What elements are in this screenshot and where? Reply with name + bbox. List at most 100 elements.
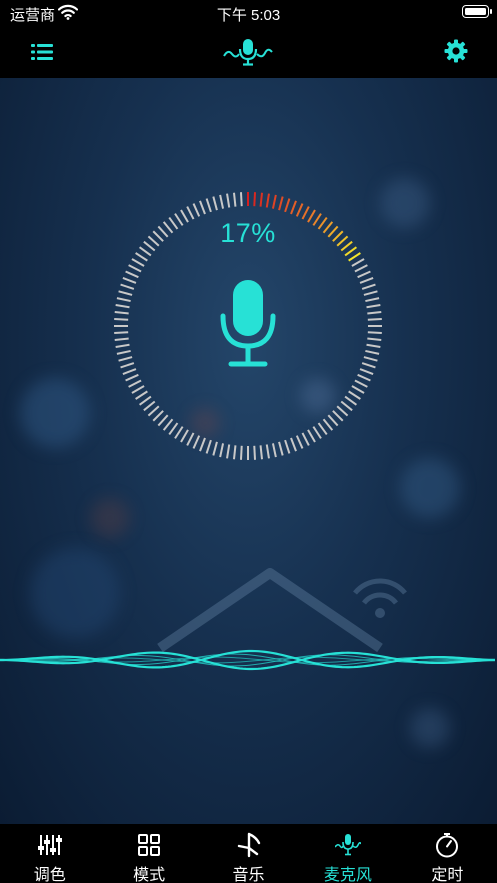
dial-tick bbox=[118, 356, 133, 362]
dial-tick bbox=[278, 441, 284, 456]
dial-tick bbox=[131, 385, 145, 394]
tab-color[interactable]: 调色 bbox=[0, 824, 99, 883]
tab-label: 调色 bbox=[33, 867, 66, 883]
dial-tick bbox=[361, 283, 376, 290]
status-bar: 运营商 下午 5:03 bbox=[0, 0, 497, 26]
dial-tick bbox=[365, 297, 380, 303]
sound-waveform bbox=[0, 649, 496, 671]
tab-music[interactable]: 音乐 bbox=[199, 824, 298, 883]
battery-fill bbox=[464, 7, 486, 15]
dial-tick bbox=[312, 426, 322, 439]
dial-tick bbox=[344, 395, 357, 406]
tab-mode[interactable]: 模式 bbox=[99, 824, 198, 883]
dial-tick bbox=[239, 445, 243, 460]
dial-tick bbox=[259, 192, 264, 207]
nav-bar bbox=[0, 26, 497, 78]
dial-tick bbox=[120, 283, 135, 290]
dial-tick bbox=[114, 331, 129, 335]
dial-tick bbox=[363, 356, 378, 362]
dial-tick bbox=[359, 368, 374, 375]
dial-tick bbox=[122, 368, 137, 375]
dial-tick bbox=[332, 410, 344, 422]
dial-tick bbox=[367, 310, 382, 315]
dial-tick bbox=[135, 252, 148, 262]
dial-tick bbox=[366, 304, 381, 309]
sliders-icon bbox=[37, 835, 62, 855]
dial-tick bbox=[322, 418, 334, 431]
dial-tick bbox=[125, 270, 139, 279]
dial-tick bbox=[365, 349, 380, 355]
tab-label: 模式 bbox=[133, 867, 166, 883]
dial-tick bbox=[116, 297, 131, 303]
dial-tick bbox=[253, 192, 257, 207]
tab-microphone[interactable]: 麦克风 bbox=[298, 824, 397, 883]
dial-tick bbox=[199, 200, 206, 215]
tab-bar: 调色 模式 音乐 麦克风 定时 bbox=[0, 824, 497, 883]
dial-tick bbox=[366, 343, 381, 348]
menu-button[interactable] bbox=[28, 38, 56, 66]
dial-tick bbox=[354, 379, 368, 388]
dial-tick bbox=[114, 310, 129, 315]
dial-tick bbox=[120, 362, 135, 369]
dial-tick bbox=[139, 395, 152, 406]
dial-tick bbox=[114, 337, 129, 342]
dial-tick bbox=[114, 317, 129, 321]
dial-tick bbox=[118, 290, 133, 296]
dial-tick bbox=[301, 432, 310, 446]
dial-tick bbox=[354, 264, 368, 273]
dial-tick bbox=[367, 331, 382, 335]
dial-tick bbox=[116, 349, 131, 355]
dial-tick bbox=[271, 443, 277, 458]
grid-icon bbox=[138, 834, 161, 856]
status-time: 下午 5:03 bbox=[216, 7, 281, 24]
timer-icon bbox=[436, 833, 459, 858]
dial-tick bbox=[128, 264, 142, 273]
dial-tick bbox=[295, 435, 304, 449]
dial-tick bbox=[125, 373, 139, 382]
dial-tick bbox=[232, 445, 237, 460]
dial-tick bbox=[143, 400, 156, 412]
level-percent: 17% bbox=[220, 218, 276, 248]
dial-tick bbox=[359, 277, 374, 284]
dial-tick bbox=[336, 405, 349, 417]
dial-tick bbox=[135, 390, 148, 400]
dial-tick bbox=[239, 192, 243, 207]
dial-tick bbox=[361, 362, 376, 369]
dial-tick bbox=[219, 443, 225, 458]
dial-tick bbox=[205, 439, 212, 454]
dial-tick bbox=[351, 258, 365, 267]
dial-tick bbox=[295, 203, 304, 217]
dial-tick bbox=[192, 203, 201, 217]
dial-tick bbox=[205, 198, 212, 213]
dial-tick bbox=[152, 410, 164, 422]
dial-tick bbox=[253, 445, 257, 460]
dial-tick bbox=[317, 422, 328, 435]
dial-tick bbox=[115, 304, 130, 309]
dial-tick bbox=[290, 437, 297, 452]
dial-tick bbox=[357, 270, 371, 279]
dial-tick bbox=[168, 422, 179, 435]
dial-tick bbox=[122, 277, 137, 284]
dial-tick bbox=[284, 198, 291, 213]
battery-icon bbox=[462, 5, 492, 18]
mic-button[interactable] bbox=[218, 276, 278, 371]
dial-tick bbox=[259, 445, 264, 460]
app-root: 运营商 下午 5:03 17% 调色 模式 音乐 麦克风 定时 bbox=[0, 0, 497, 883]
dial-tick bbox=[115, 343, 130, 348]
dial-tick bbox=[219, 194, 225, 209]
dial-tick bbox=[226, 444, 231, 459]
settings-button[interactable] bbox=[443, 38, 469, 64]
dial-tick bbox=[271, 194, 277, 209]
dial-tick bbox=[340, 400, 353, 412]
dial-tick bbox=[348, 390, 361, 400]
dial-tick bbox=[128, 379, 142, 388]
dial-tick bbox=[131, 258, 145, 267]
dial-tick bbox=[348, 252, 361, 262]
mic-wave-icon bbox=[334, 834, 361, 856]
dial-tick bbox=[265, 193, 270, 208]
tab-timer[interactable]: 定时 bbox=[398, 824, 497, 883]
dial-tick bbox=[162, 418, 174, 431]
dial-tick bbox=[157, 414, 169, 427]
list-icon bbox=[31, 44, 53, 60]
dial-tick bbox=[265, 444, 270, 459]
